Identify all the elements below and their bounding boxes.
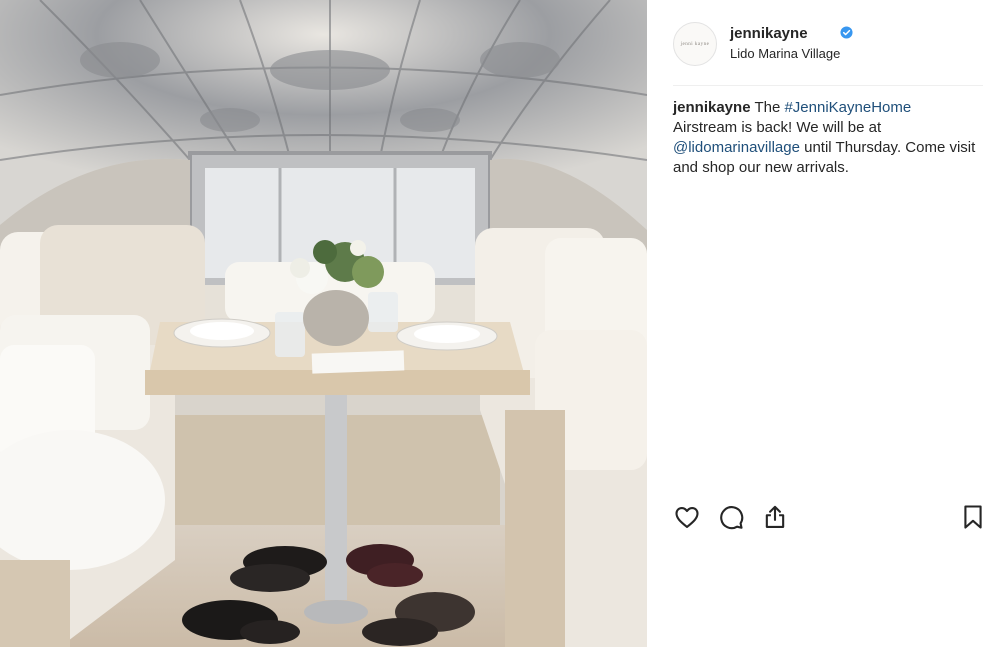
avatar[interactable]: jenni kayne — [673, 22, 717, 66]
post-actions — [673, 503, 989, 533]
location-link[interactable]: Lido Marina Village — [730, 46, 840, 61]
caption-text: Airstream is back! We will be at — [673, 119, 882, 136]
bookmark-icon[interactable] — [959, 503, 987, 531]
username-link[interactable]: jennikayne — [730, 25, 808, 42]
header-divider — [673, 85, 983, 86]
mention-link[interactable]: @lidomarinavillage — [673, 139, 800, 156]
post-sidebar: jenni kayne jennikayne Lido Marina Villa… — [647, 0, 1000, 647]
verified-badge-icon — [840, 26, 853, 39]
caption-text: The — [750, 99, 785, 116]
share-icon[interactable] — [761, 503, 789, 531]
caption-username-link[interactable]: jennikayne — [673, 99, 751, 116]
heart-icon[interactable] — [673, 503, 701, 531]
post-caption: jennikayne The #JenniKayneHome Airstream… — [673, 98, 978, 178]
avatar-logo-text: jenni kayne — [680, 41, 710, 47]
comment-icon[interactable] — [717, 503, 745, 531]
post-photo[interactable] — [0, 0, 647, 647]
instagram-post: jenni kayne jennikayne Lido Marina Villa… — [0, 0, 1000, 647]
post-header: jenni kayne jennikayne Lido Marina Villa… — [673, 20, 983, 68]
airstream-interior-illustration — [0, 0, 647, 647]
hashtag-link[interactable]: #JenniKayneHome — [784, 99, 911, 116]
